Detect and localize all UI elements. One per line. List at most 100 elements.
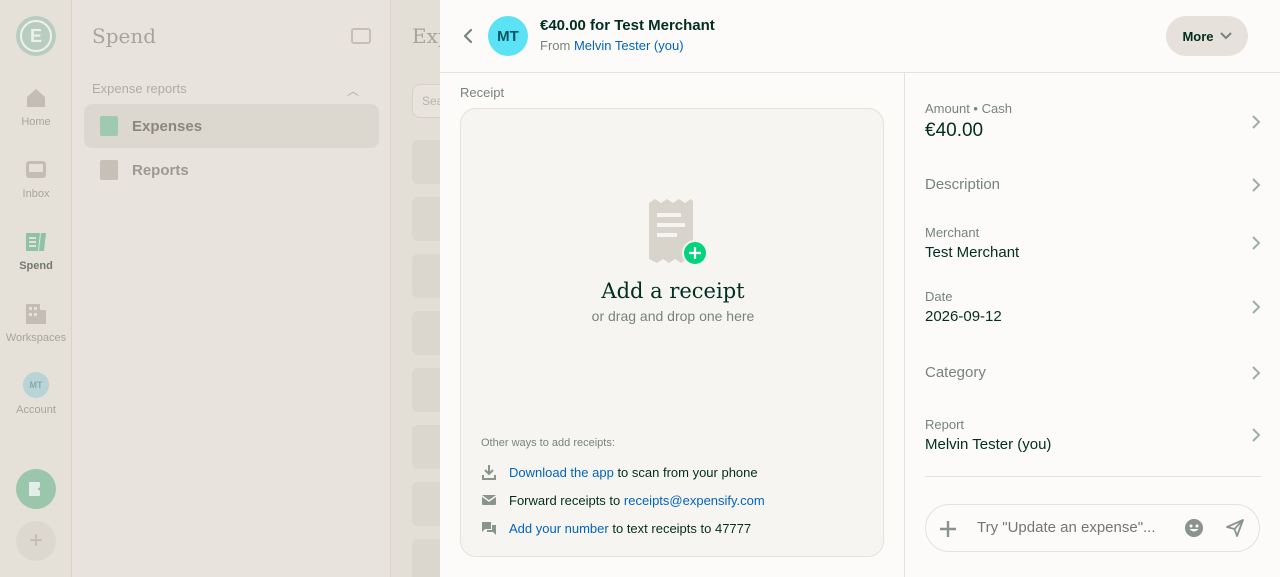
plus-icon[interactable]	[938, 519, 958, 539]
chevron-right-icon	[1252, 300, 1261, 314]
nav-item-home[interactable]: Home	[0, 86, 72, 128]
merchant-label: Merchant	[925, 225, 980, 240]
amount-label: Amount • Cash	[925, 101, 1012, 116]
report-value: Melvin Tester (you)	[925, 436, 1052, 453]
mail-icon	[481, 495, 497, 505]
list-item[interactable]	[412, 482, 440, 526]
amount-value: €40.00	[925, 120, 984, 141]
chevron-right-icon	[1252, 114, 1261, 129]
merchant-value: Test Merchant	[925, 244, 1020, 261]
from-user-link[interactable]: Melvin Tester (you)	[574, 38, 684, 53]
date-field[interactable]: Date 2026-09-12	[925, 289, 1261, 325]
download-app-row: Download the app to scan from your phone	[481, 463, 758, 481]
download-app-link[interactable]: Download the app	[509, 465, 614, 480]
expense-details: Amount • Cash €40.00 Description Merchan…	[904, 73, 1280, 577]
list-item[interactable]	[412, 425, 440, 469]
description-label: Description	[925, 176, 1001, 193]
spend-icon	[26, 233, 46, 251]
download-icon	[482, 465, 496, 480]
expense-subtitle: From Melvin Tester (you)	[540, 38, 684, 53]
receipts-email-link[interactable]: receipts@expensify.com	[624, 493, 765, 508]
report-label: Report	[925, 417, 965, 432]
list-item[interactable]	[412, 311, 440, 355]
date-value: 2026-09-12	[925, 308, 1002, 325]
sidebar-section-title: Expense reports	[92, 81, 187, 96]
account-avatar: MT	[23, 372, 49, 398]
receipt-dropzone[interactable]: Add a receipt or drag and drop one here …	[460, 108, 884, 557]
list-title: Expenses	[412, 24, 440, 48]
expense-title: €40.00 for Test Merchant	[540, 17, 715, 34]
logo-mark-icon: E	[20, 20, 52, 52]
document-icon	[100, 160, 118, 180]
description-field[interactable]: Description	[925, 176, 1261, 193]
nav-label: Home	[21, 116, 51, 128]
category-label: Category	[925, 364, 986, 381]
expenses-icon	[100, 116, 118, 136]
expensify-logo[interactable]: E	[16, 16, 56, 56]
date-label: Date	[925, 289, 953, 304]
chat-bubbles-icon	[482, 522, 496, 535]
expense-list-background: Expenses Search	[391, 0, 440, 577]
more-button[interactable]: More	[1166, 16, 1248, 56]
global-create-button[interactable]: +	[16, 521, 56, 561]
nav-item-inbox[interactable]: Inbox	[0, 158, 72, 200]
forward-receipts-row: Forward receipts to receipts@expensify.c…	[481, 491, 765, 509]
chevron-up-icon[interactable]: ︿	[347, 82, 359, 99]
chevron-down-icon	[1219, 32, 1232, 40]
more-label: More	[1182, 28, 1214, 44]
search-input[interactable]: Search	[412, 84, 440, 118]
chevron-right-icon	[1252, 236, 1261, 250]
amount-field[interactable]: Amount • Cash €40.00	[925, 101, 1261, 142]
sidebar-item-reports[interactable]: Reports	[84, 148, 379, 192]
nav-item-account[interactable]: MT Account	[0, 372, 72, 416]
merchant-field[interactable]: Merchant Test Merchant	[925, 225, 1261, 261]
add-number-text: to text receipts to 47777	[612, 520, 752, 536]
chevron-right-icon	[1252, 177, 1261, 192]
nav-label: Spend	[19, 260, 53, 272]
chat-composer	[925, 504, 1260, 552]
report-field[interactable]: Report Melvin Tester (you)	[925, 417, 1261, 453]
plus-icon: +	[28, 527, 43, 554]
forward-receipts-text: Forward receipts to	[509, 492, 621, 508]
create-expense-button[interactable]	[16, 469, 56, 509]
nav-item-spend[interactable]: Spend	[0, 230, 72, 272]
add-receipt-subtitle: or drag and drop one here	[591, 308, 755, 324]
collapse-sidebar-icon[interactable]	[351, 28, 371, 44]
sidebar-item-label: Reports	[132, 161, 189, 179]
list-item[interactable]	[412, 368, 440, 412]
other-ways-label: Other ways to add receipts:	[481, 437, 615, 449]
chevron-right-icon	[1252, 365, 1261, 380]
add-receipt-title: Add a receipt	[601, 279, 745, 303]
sidebar-title: Spend	[92, 24, 157, 48]
send-icon[interactable]	[1225, 518, 1245, 538]
list-item[interactable]	[412, 254, 440, 298]
from-prefix: From	[540, 38, 571, 53]
nav-item-workspaces[interactable]: Workspaces	[0, 302, 72, 344]
category-field[interactable]: Category	[925, 364, 1261, 381]
list-item[interactable]	[412, 197, 440, 241]
chevron-right-icon	[1252, 428, 1261, 442]
workspaces-icon	[26, 304, 46, 324]
nav-label: Account	[16, 404, 56, 416]
comment-input[interactable]	[977, 519, 1187, 536]
panel-header: MT €40.00 for Test Merchant From Melvin …	[440, 0, 1280, 73]
avatar[interactable]: MT	[488, 16, 528, 56]
add-number-row: Add your number to text receipts to 4777…	[481, 519, 751, 537]
spend-sidebar: Spend Expense reports ︿ Expenses Reports	[72, 0, 391, 577]
inbox-icon	[26, 161, 46, 178]
emoji-icon[interactable]	[1184, 518, 1204, 538]
home-icon	[27, 89, 45, 107]
nav-rail: E Home Inbox Spend Workspaces MT Account…	[0, 0, 72, 577]
download-app-text: to scan from your phone	[617, 464, 758, 480]
receipt-add-icon	[649, 199, 708, 266]
sidebar-item-label: Expenses	[132, 117, 203, 135]
receipt-label: Receipt	[460, 85, 505, 100]
list-item[interactable]	[412, 539, 440, 577]
receipt-plus-icon	[29, 482, 43, 496]
expense-detail-panel: MT €40.00 for Test Merchant From Melvin …	[440, 0, 1280, 577]
add-number-link[interactable]: Add your number	[509, 521, 609, 536]
nav-label: Inbox	[22, 188, 50, 200]
list-item[interactable]	[412, 140, 440, 184]
sidebar-item-expenses[interactable]: Expenses	[84, 104, 379, 148]
back-arrow-icon[interactable]	[458, 26, 478, 46]
